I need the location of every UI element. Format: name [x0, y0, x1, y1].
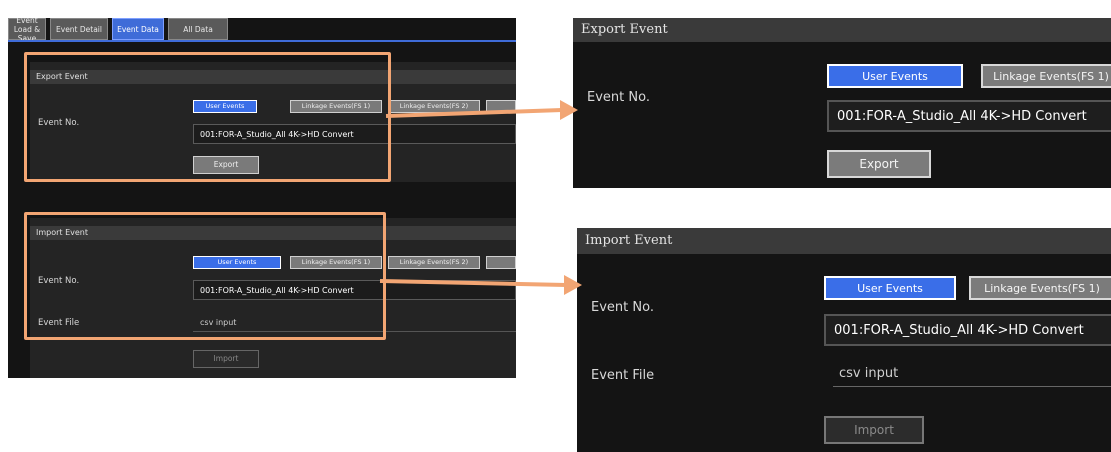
callout-arrows	[379, 100, 582, 295]
import-arrow	[379, 275, 582, 295]
export-arrow	[385, 100, 578, 120]
